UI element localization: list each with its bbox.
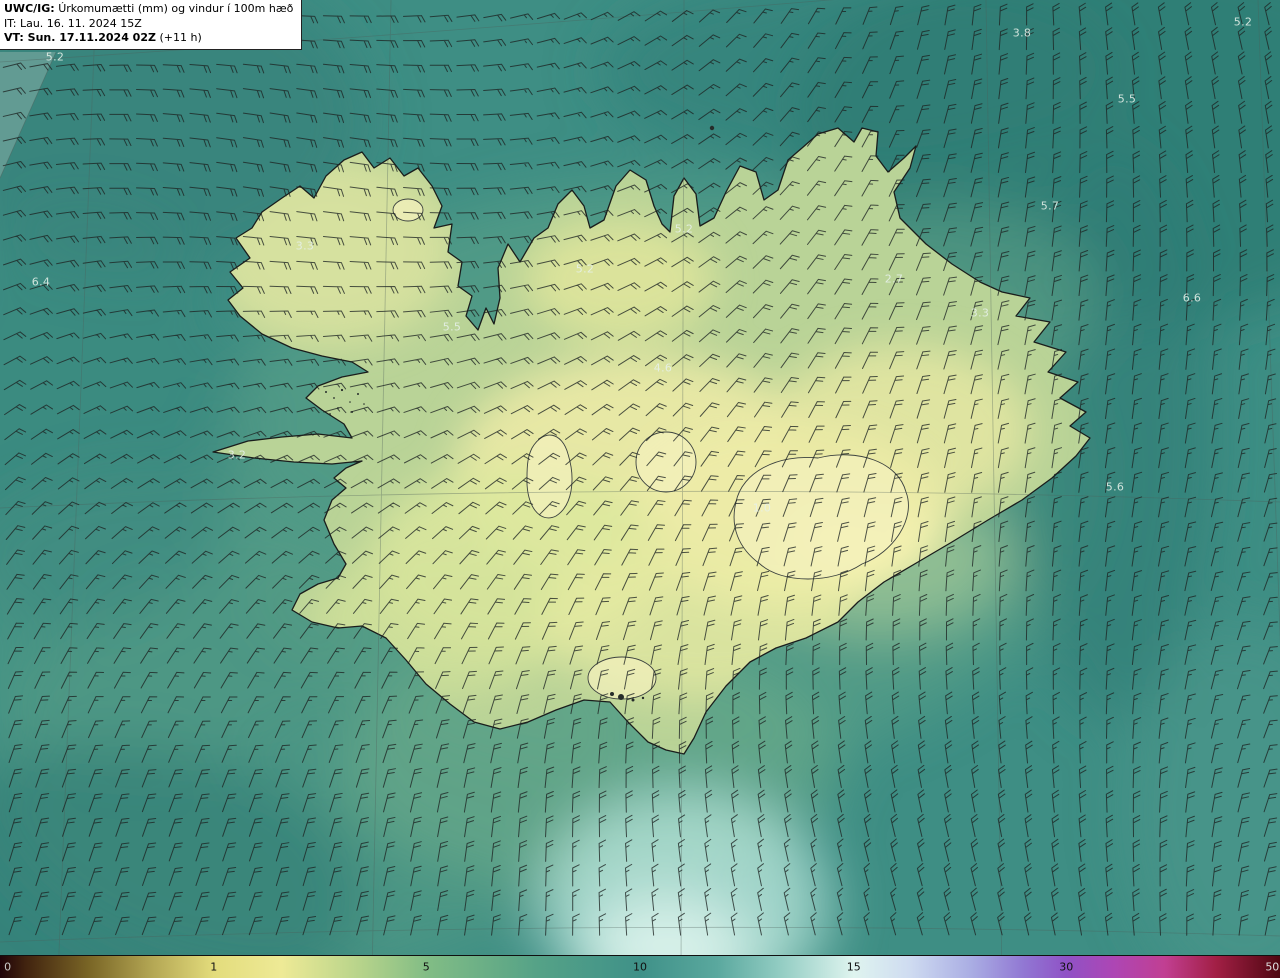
hofsjokull-contour — [635, 431, 697, 493]
colorbar-tick-label: 15 — [846, 960, 861, 973]
colorbar-tick-label: 30 — [1059, 960, 1074, 973]
model-title-line: UWC/IG: Úrkomumætti (mm) og vindur í 100… — [4, 2, 293, 17]
init-time: Lau. 16. 11. 2024 15Z — [19, 16, 142, 30]
valid-label: VT: — [4, 31, 24, 45]
model-label: UWC/IG: — [4, 2, 55, 15]
vestmannaeyjar-islands — [618, 694, 624, 700]
title-box: UWC/IG: Úrkomumætti (mm) og vindur í 100… — [0, 0, 303, 50]
grimsey-island — [709, 125, 715, 131]
map-canvas — [0, 0, 1280, 978]
init-time-line: IT: Lau. 16. 11. 2024 15Z — [4, 17, 293, 32]
colorbar-tick-label: 5 — [422, 960, 430, 973]
colorbar-tick-label: 50 — [1265, 960, 1280, 973]
valid-time: Sun. 17.11.2024 02Z — [27, 31, 156, 45]
lead-time: (+11 h) — [159, 31, 202, 45]
map-title: Úrkomumætti (mm) og vindur í 100m hæð — [58, 2, 294, 15]
colorbar-tick-label: 10 — [633, 960, 647, 973]
colorbar-tick-label: 1 — [210, 960, 218, 973]
weather-map: 5.2 3.8 5.2 5.5 5.7 5.2 3.3 5.2 2.7 6.4 6.6 3.3 5.5 4… — [0, 0, 1280, 978]
colorbar-tick-label: 0 — [4, 960, 12, 973]
init-label: IT: — [4, 16, 17, 30]
colorbar: 0 1 5 10 15 30 50 — [0, 955, 1280, 978]
langjokull-contour — [526, 434, 573, 519]
drangajokull-contour — [392, 198, 424, 222]
myrdalsjokull-contour — [587, 656, 657, 700]
valid-time-line: VT: Sun. 17.11.2024 02Z (+11 h) — [4, 31, 293, 46]
